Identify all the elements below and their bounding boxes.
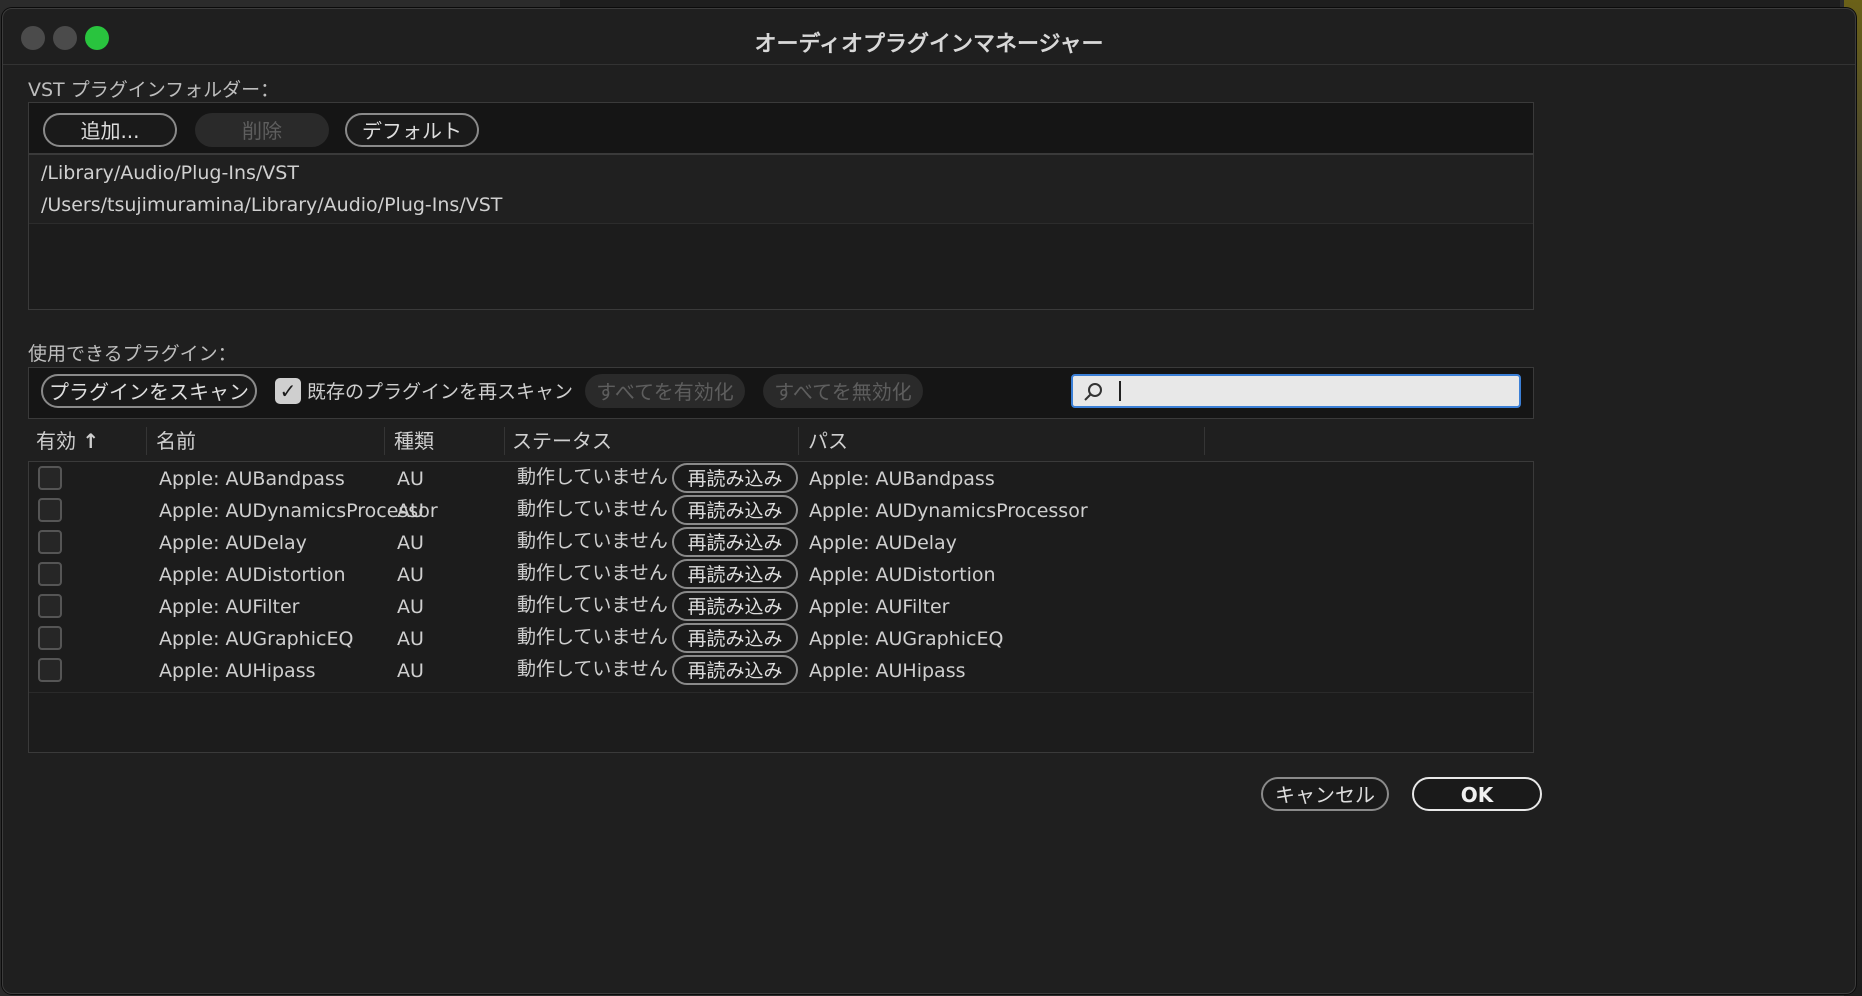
audio-plugin-manager-dialog: オーディオプラグインマネージャー VST プラグインフォルダー： 追加... 削… (2, 8, 1856, 994)
reload-button[interactable]: 再読み込み (672, 655, 798, 685)
ok-button[interactable]: OK (1412, 777, 1542, 811)
plugin-table-header: 有効 ↑ 名前 種類 ステータス パス (28, 421, 1532, 461)
search-field[interactable] (1071, 374, 1521, 408)
folder-item[interactable]: /Users/tsujimuramina/Library/Audio/Plug-… (29, 187, 1533, 224)
plugin-type: AU (397, 660, 424, 682)
enable-all-button[interactable]: すべてを有効化 (585, 374, 745, 408)
cancel-button[interactable]: キャンセル (1261, 777, 1389, 811)
vst-folder-label: VST プラグインフォルダー： (28, 79, 280, 101)
col-status-header[interactable]: ステータス (512, 421, 612, 461)
scan-plugins-button[interactable]: プラグインをスキャン (41, 374, 257, 408)
rescan-existing-checkbox[interactable]: ✓ (275, 378, 301, 404)
reload-button[interactable]: 再読み込み (672, 623, 798, 653)
plugin-table: Apple: AUBandpass AU 動作していません 再読み込み Appl… (28, 461, 1534, 753)
plugins-toolbar: プラグインをスキャン ✓ 既存のプラグインを再スキャン すべてを有効化 すべてを… (28, 367, 1534, 419)
default-folder-button[interactable]: デフォルト (345, 113, 479, 147)
rescan-existing-label: 既存のプラグインを再スキャン (307, 381, 574, 403)
col-path-header[interactable]: パス (808, 421, 848, 461)
add-folder-button[interactable]: 追加... (43, 113, 177, 147)
enable-checkbox[interactable] (38, 626, 62, 650)
reload-button[interactable]: 再読み込み (672, 559, 798, 589)
reload-button[interactable]: 再読み込み (672, 463, 798, 493)
title-bar: オーディオプラグインマネージャー (3, 9, 1855, 65)
col-name-header[interactable]: 名前 (156, 421, 196, 461)
available-plugins-label: 使用できるプラグイン： (28, 343, 237, 365)
text-cursor (1119, 381, 1121, 401)
table-row[interactable]: Apple: AUHipass AU 動作していません 再読み込み Apple:… (29, 654, 1533, 693)
enable-checkbox[interactable] (38, 594, 62, 618)
enable-checkbox[interactable] (38, 530, 62, 554)
search-icon (1084, 383, 1102, 401)
reload-button[interactable]: 再読み込み (672, 527, 798, 557)
plugin-status: 動作していません (517, 658, 668, 680)
enable-checkbox[interactable] (38, 658, 62, 682)
col-type-header[interactable]: 種類 (394, 421, 434, 461)
reload-button[interactable]: 再読み込み (672, 495, 798, 525)
delete-folder-button[interactable]: 削除 (195, 113, 329, 147)
sort-ascending-icon: ↑ (82, 429, 100, 453)
col-enabled-header[interactable]: 有効 ↑ (36, 421, 99, 461)
disable-all-button[interactable]: すべてを無効化 (763, 374, 923, 408)
plugin-path: Apple: AUHipass (809, 660, 966, 682)
dialog-title: オーディオプラグインマネージャー (754, 32, 1104, 57)
enable-checkbox[interactable] (38, 466, 62, 490)
enable-checkbox[interactable] (38, 498, 62, 522)
vst-folder-toolbar: 追加... 削除 デフォルト (28, 102, 1534, 154)
plugin-name: Apple: AUHipass (159, 660, 316, 682)
vst-folder-list[interactable]: /Library/Audio/Plug-Ins/VST /Users/tsuji… (28, 154, 1534, 310)
enable-checkbox[interactable] (38, 562, 62, 586)
reload-button[interactable]: 再読み込み (672, 591, 798, 621)
